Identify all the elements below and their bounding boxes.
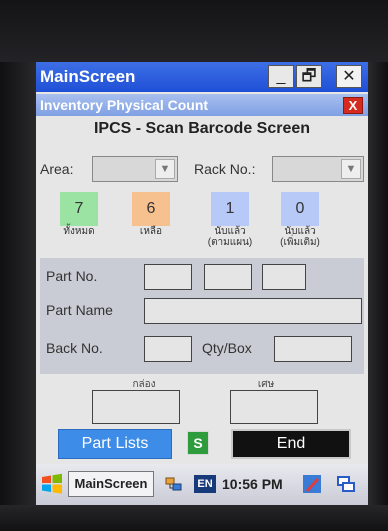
counter-counted-planned-line1: นับแล้ว	[214, 226, 246, 237]
area-label: Area:	[40, 161, 74, 177]
counter-total-value: 7	[74, 200, 84, 217]
part-no-label: Part No.	[46, 268, 98, 284]
network-icon[interactable]	[164, 474, 184, 494]
part-no-field-2[interactable]	[204, 264, 252, 290]
area-select[interactable]: ▼	[92, 156, 178, 182]
device-bezel-bottom	[0, 505, 388, 531]
window-switch-icon[interactable]	[336, 474, 356, 494]
counter-total: 7	[60, 192, 98, 226]
counter-counted-extra-value: 0	[295, 200, 305, 217]
counter-counted-planned: 1	[211, 192, 249, 226]
counter-remaining: 6	[132, 192, 170, 226]
counter-remaining-label: เหลือ	[121, 226, 181, 237]
app-title: Inventory Physical Count	[40, 97, 209, 113]
app-header: Inventory Physical Count X	[36, 94, 368, 116]
end-button[interactable]: End	[231, 429, 351, 459]
minimize-button[interactable]: _	[268, 65, 294, 88]
rack-label: Rack No.:	[194, 161, 256, 177]
s-button[interactable]: S	[187, 431, 209, 455]
device-screen: MainScreen _ 🗗 ✕ Inventory Physical Coun…	[36, 62, 368, 505]
counter-counted-extra-line2: (เพิ่มเติม)	[280, 237, 320, 248]
language-indicator[interactable]: EN	[194, 475, 216, 493]
device-bezel-top	[0, 0, 388, 62]
screen-heading: IPCS - Scan Barcode Screen	[93, 120, 311, 137]
counter-counted-extra-label: นับแล้ว (เพิ่มเติม)	[270, 226, 330, 248]
part-no-field-1[interactable]	[144, 264, 192, 290]
counter-counted-extra: 0	[281, 192, 319, 226]
window-title: MainScreen	[40, 67, 136, 86]
windows-logo-icon[interactable]	[40, 472, 64, 496]
box-count-field[interactable]	[92, 390, 180, 424]
qty-box-field[interactable]	[274, 336, 352, 362]
counter-counted-extra-line1: นับแล้ว	[284, 226, 316, 237]
taskbar-clock[interactable]: 10:56 PM	[222, 476, 283, 492]
part-name-label: Part Name	[46, 302, 113, 318]
part-lists-button[interactable]: Part Lists	[58, 429, 172, 459]
app-close-button[interactable]: X	[343, 97, 363, 114]
device-bezel-left	[0, 62, 36, 505]
chevron-down-icon: ▼	[341, 159, 361, 179]
counter-total-label: ทั้งหมด	[49, 226, 109, 237]
counter-counted-planned-label: นับแล้ว (ตามแผน)	[200, 226, 260, 248]
window-titlebar: MainScreen _ 🗗 ✕	[36, 62, 368, 92]
counter-counted-planned-value: 1	[225, 200, 235, 217]
pen-icon[interactable]	[302, 474, 322, 494]
rack-select[interactable]: ▼	[272, 156, 364, 182]
counter-remaining-value: 6	[146, 200, 156, 217]
qty-box-label: Qty/Box	[202, 340, 252, 356]
taskbar: MainScreen EN 10:56 PM	[36, 464, 368, 505]
close-window-button[interactable]: ✕	[336, 65, 362, 88]
back-no-label: Back No.	[46, 340, 103, 356]
chevron-down-icon: ▼	[155, 159, 175, 179]
back-no-field[interactable]	[144, 336, 192, 362]
device-bezel-right	[368, 62, 388, 505]
part-no-field-3[interactable]	[262, 264, 306, 290]
counter-remaining-label-text: เหลือ	[139, 226, 163, 237]
part-name-field[interactable]	[144, 298, 362, 324]
part-info-panel: Part No. Part Name Back No. Qty/Box	[40, 258, 364, 374]
maximize-button[interactable]: 🗗	[296, 65, 322, 88]
counter-counted-planned-line2: (ตามแผน)	[207, 237, 253, 248]
fraction-field[interactable]	[230, 390, 318, 424]
taskbar-app-mainscreen[interactable]: MainScreen	[68, 471, 154, 497]
counter-total-label-text: ทั้งหมด	[63, 226, 95, 237]
